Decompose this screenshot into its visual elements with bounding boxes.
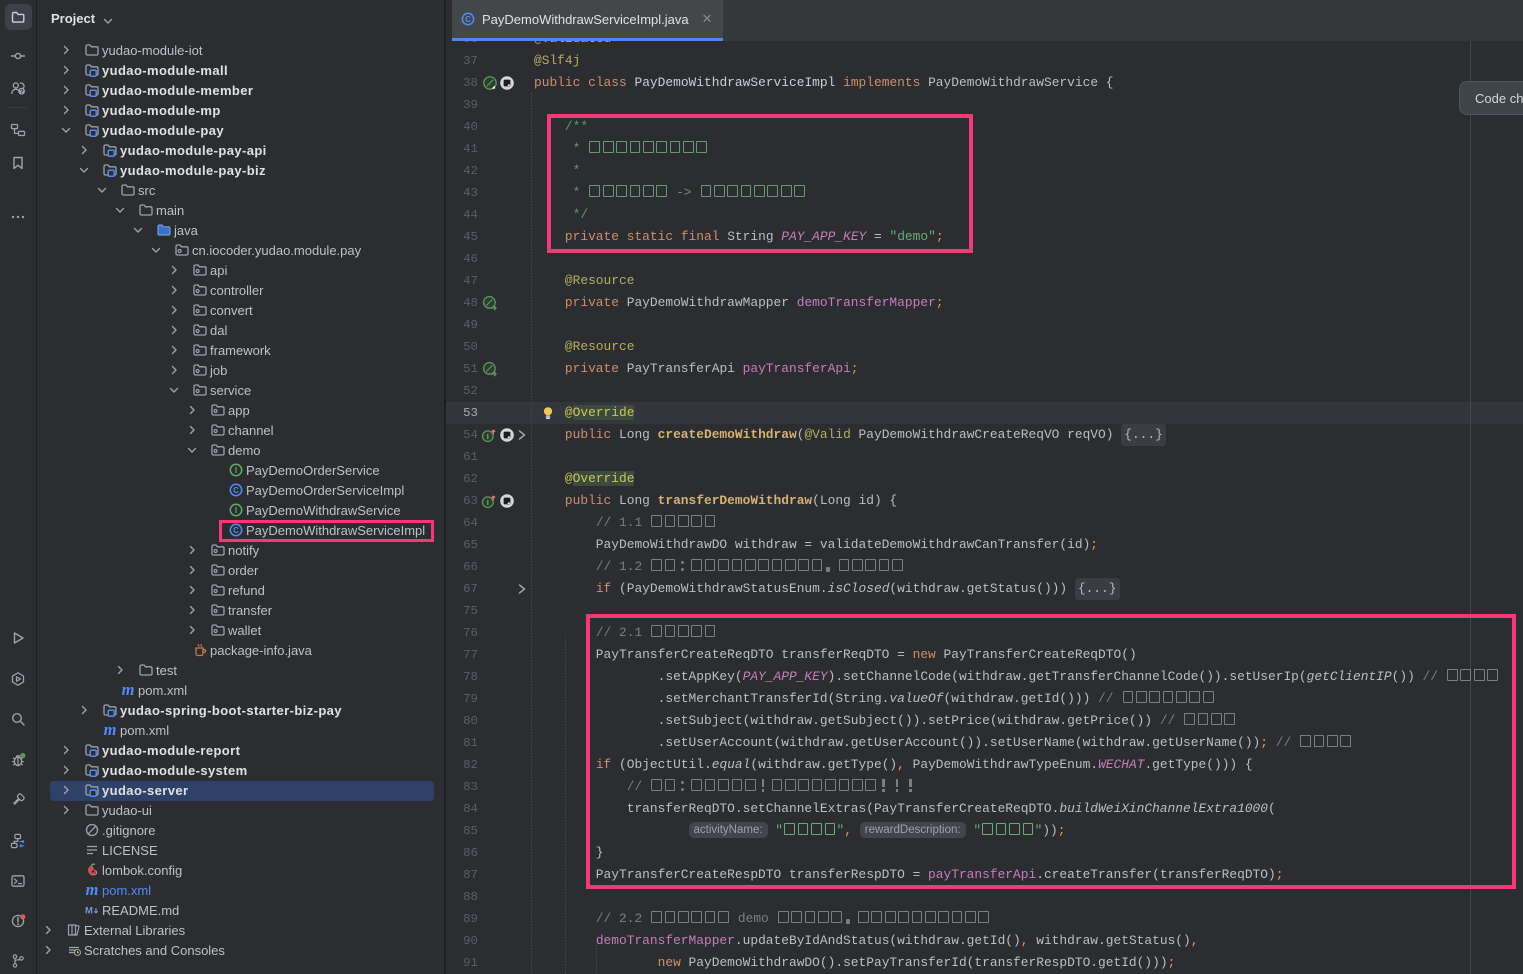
svg-text:I: I	[235, 466, 237, 475]
svg-text:I: I	[235, 506, 237, 515]
svg-text:?: ?	[20, 89, 24, 96]
svg-text:M: M	[85, 906, 93, 917]
svg-text:I: I	[487, 498, 489, 507]
svg-text:C: C	[465, 15, 471, 24]
svg-text:C: C	[233, 486, 239, 495]
svg-text:I: I	[487, 432, 489, 441]
